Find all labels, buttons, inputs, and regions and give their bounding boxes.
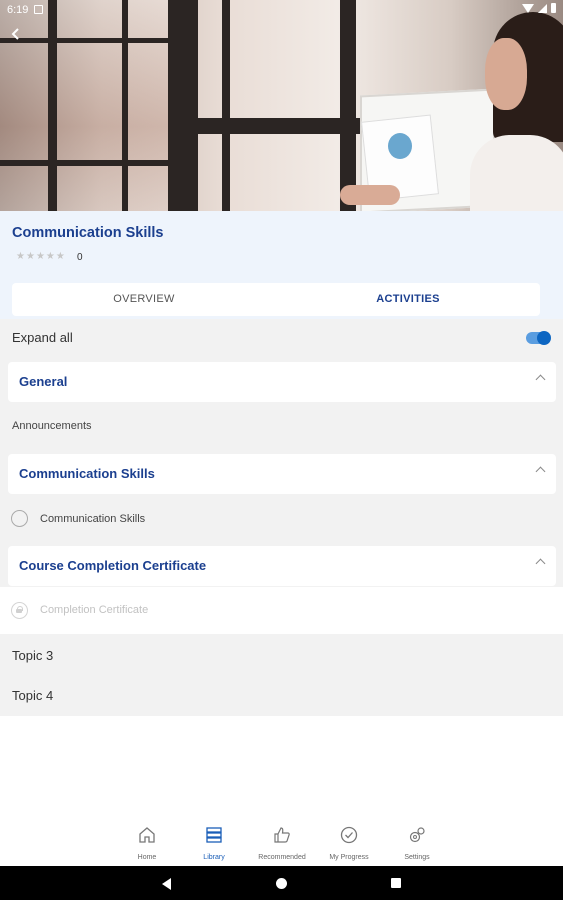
course-title: Communication Skills <box>12 225 164 241</box>
star-icon: ★ <box>55 251 65 262</box>
section-title: Course Completion Certificate <box>19 558 207 573</box>
nav-settings[interactable]: Settings <box>382 820 452 861</box>
notification-icon <box>34 5 43 14</box>
tab-activities[interactable]: ACTIVITIES <box>276 283 540 316</box>
check-circle-icon <box>340 826 358 844</box>
rating-stars: ★ ★ ★ ★ ★ <box>16 252 65 262</box>
activity-label: Completion Certificate <box>40 604 149 616</box>
chevron-up-icon <box>535 466 546 477</box>
section-title: Communication Skills <box>19 466 155 481</box>
section-course-completion-certificate[interactable]: Course Completion Certificate <box>8 546 556 586</box>
rating-count: 0 <box>77 252 83 263</box>
signal-icon <box>538 3 547 13</box>
nav-recommended[interactable]: Recommended <box>247 820 317 861</box>
nav-library[interactable]: Library <box>179 820 249 861</box>
library-icon <box>206 827 222 843</box>
status-bar: 6:19 <box>0 0 563 20</box>
completion-circle-icon[interactable] <box>11 510 28 527</box>
chevron-left-icon <box>11 28 19 40</box>
system-home-icon[interactable] <box>276 878 287 889</box>
course-header: Communication Skills ★ ★ ★ ★ ★ 0 <box>0 211 563 283</box>
lock-icon <box>11 602 28 619</box>
nav-label: Home <box>137 854 157 861</box>
home-icon <box>139 827 155 843</box>
activity-completion-certificate: Completion Certificate <box>0 587 563 634</box>
nav-label: Library <box>203 854 225 861</box>
thumbs-up-icon <box>274 827 290 843</box>
tab-overview[interactable]: OVERVIEW <box>12 283 276 316</box>
nav-label: Recommended <box>258 854 306 861</box>
nav-label: My Progress <box>329 854 369 861</box>
section-communication-skills[interactable]: Communication Skills <box>8 454 556 494</box>
activity-announcements[interactable]: Announcements <box>0 408 563 448</box>
expand-all-row: Expand all <box>0 319 563 359</box>
system-back-icon[interactable] <box>162 878 171 890</box>
star-icon: ★ <box>16 251 25 262</box>
expand-all-toggle[interactable] <box>526 331 551 345</box>
battery-icon <box>551 3 556 13</box>
wifi-icon <box>522 3 534 13</box>
activity-label: Announcements <box>12 420 92 432</box>
activity-label: Communication Skills <box>40 513 146 525</box>
system-recents-icon[interactable] <box>391 878 401 888</box>
status-time: 6:19 <box>7 4 29 16</box>
expand-all-label: Expand all <box>12 330 73 345</box>
section-title: General <box>19 374 68 389</box>
chevron-up-icon <box>535 374 546 385</box>
course-tabs: OVERVIEW ACTIVITIES <box>12 283 540 316</box>
back-button[interactable] <box>6 26 26 46</box>
course-hero-image <box>0 0 563 211</box>
nav-label: Settings <box>404 854 430 861</box>
star-icon: ★ <box>25 251 35 262</box>
topic-4[interactable]: Topic 4 <box>12 688 53 703</box>
activities-list: Expand all General Announcements Communi… <box>0 319 563 716</box>
topic-3[interactable]: Topic 3 <box>12 648 53 663</box>
gear-icon <box>409 827 425 843</box>
star-icon: ★ <box>45 251 55 262</box>
star-icon: ★ <box>35 251 45 262</box>
activity-communication-skills[interactable]: Communication Skills <box>0 499 563 539</box>
section-general[interactable]: General <box>8 362 556 402</box>
nav-home[interactable]: Home <box>112 820 182 861</box>
nav-my-progress[interactable]: My Progress <box>314 820 384 861</box>
chevron-up-icon <box>535 558 546 569</box>
bottom-navigation: Home Library Recommended My Progress Set… <box>0 820 563 866</box>
system-navigation-bar <box>0 866 563 900</box>
